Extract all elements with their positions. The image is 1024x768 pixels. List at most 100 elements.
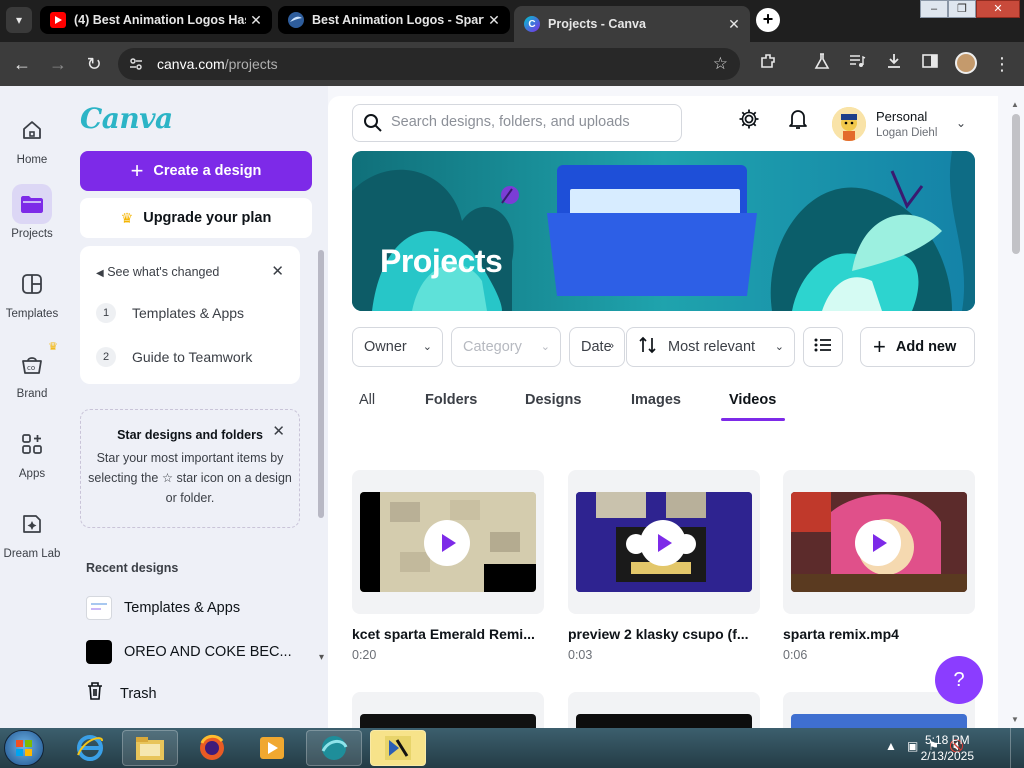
play-icon[interactable] xyxy=(855,520,901,566)
play-icon[interactable] xyxy=(640,520,686,566)
folder-icon xyxy=(12,184,52,224)
owner-filter[interactable]: Owner ⌄ xyxy=(352,327,443,367)
sort-dropdown[interactable]: Most relevant ⌄ xyxy=(626,327,795,367)
changes-item-teamwork[interactable]: 2 Guide to Teamwork xyxy=(96,347,252,367)
play-icon[interactable] xyxy=(424,520,470,566)
scroll-down-icon[interactable]: ▼ xyxy=(1011,715,1019,724)
browser-tab-sparta[interactable]: Best Animation Logos - Sparta ✕ xyxy=(278,6,510,34)
account-user: Logan Diehl xyxy=(876,127,938,139)
search-box[interactable] xyxy=(352,104,682,142)
close-icon[interactable]: ✕ xyxy=(271,262,284,280)
date-filter[interactable]: Date › xyxy=(569,327,625,367)
changes-item-templates-apps[interactable]: 1 Templates & Apps xyxy=(96,303,244,323)
rail-item-projects[interactable]: Projects xyxy=(0,184,64,240)
recent-design-item[interactable]: OREO AND COKE BEC... xyxy=(86,640,292,664)
recent-design-item[interactable]: Templates & Apps xyxy=(86,596,240,620)
internet-explorer-icon[interactable] xyxy=(62,730,118,766)
close-icon[interactable]: ✕ xyxy=(484,12,504,29)
media-player-icon[interactable] xyxy=(244,730,300,766)
search-input[interactable] xyxy=(391,114,671,130)
recent-designs-heading: Recent designs xyxy=(86,561,179,575)
changes-item-label: Guide to Teamwork xyxy=(132,349,253,365)
window-close-button[interactable]: ✕ xyxy=(976,0,1020,18)
add-new-label: Add new xyxy=(895,339,957,355)
crown-icon: ♛ xyxy=(120,209,134,226)
trash-icon xyxy=(86,681,106,706)
help-button[interactable]: ? xyxy=(935,656,983,704)
browser-tab-canva[interactable]: C Projects - Canva ✕ xyxy=(514,6,750,42)
media-controls-icon[interactable] xyxy=(845,52,869,76)
rail-item-templates[interactable]: Templates xyxy=(0,264,64,320)
projects-main: Personal Logan Diehl ⌄ xyxy=(328,96,998,752)
start-button[interactable] xyxy=(4,730,44,766)
show-hidden-icons-icon[interactable]: ▲ xyxy=(885,739,897,753)
tab-designs[interactable]: Designs xyxy=(525,392,581,408)
chevron-right-icon: › xyxy=(610,340,614,352)
browser-tab-youtube[interactable]: (4) Best Animation Logos Has ✕ xyxy=(40,6,272,34)
minimize-button[interactable]: – xyxy=(920,0,948,18)
firefox-icon[interactable] xyxy=(184,730,240,766)
show-desktop-button[interactable] xyxy=(1010,728,1024,768)
panel-scrollbar[interactable] xyxy=(318,250,324,518)
scrollbar-thumb[interactable] xyxy=(1012,114,1020,254)
reload-icon[interactable]: ↻ xyxy=(82,52,106,76)
bell-icon[interactable] xyxy=(784,108,812,136)
video-thumbnail-frame xyxy=(568,470,760,614)
upgrade-plan-button[interactable]: ♛ Upgrade your plan xyxy=(80,198,312,238)
tab-title: (4) Best Animation Logos Has xyxy=(74,13,246,27)
gear-icon[interactable] xyxy=(735,108,763,136)
star-tip-card: Star designs and folders ✕ Star your mos… xyxy=(80,409,300,528)
close-icon[interactable]: ✕ xyxy=(246,12,266,29)
video-card[interactable]: preview 2 klasky csupo (f... 0:03 xyxy=(568,470,760,662)
tab-folders[interactable]: Folders xyxy=(425,392,477,408)
profile-avatar[interactable] xyxy=(955,52,977,74)
list-view-toggle[interactable] xyxy=(803,327,843,367)
video-thumbnail-frame xyxy=(783,470,975,614)
extensions-icon[interactable] xyxy=(756,52,780,76)
create-design-button[interactable]: + Create a design xyxy=(80,151,312,191)
tab-search-button[interactable]: ▾ xyxy=(6,7,32,33)
youtube-icon xyxy=(50,12,66,28)
page-scrollbar[interactable]: ▲ ▼ xyxy=(1008,96,1024,728)
tab-images[interactable]: Images xyxy=(631,392,681,408)
video-editor-icon[interactable] xyxy=(370,730,426,766)
restore-button[interactable]: ❐ xyxy=(948,0,976,18)
download-icon[interactable] xyxy=(882,52,906,76)
address-bar[interactable]: canva.com/projects ☆ xyxy=(118,48,740,80)
tab-videos[interactable]: Videos xyxy=(729,392,776,408)
trash-item[interactable]: Trash xyxy=(86,681,157,706)
category-filter[interactable]: Category ⌄ xyxy=(451,327,561,367)
taskbar-clock[interactable]: 5:18 PM 2/13/2025 xyxy=(921,732,974,764)
new-tab-button[interactable]: + xyxy=(756,8,780,32)
browser-menu-icon[interactable]: ⋮ xyxy=(990,52,1014,76)
step-number: 2 xyxy=(96,347,116,367)
recent-design-label: OREO AND COKE BEC... xyxy=(124,644,292,660)
rail-label: Projects xyxy=(11,228,53,240)
tab-all[interactable]: All xyxy=(359,392,375,408)
file-explorer-icon[interactable] xyxy=(122,730,178,766)
labs-flask-icon[interactable] xyxy=(810,52,834,76)
bookmark-star-icon[interactable]: ☆ xyxy=(713,54,728,74)
rail-item-home[interactable]: Home xyxy=(0,110,64,166)
rail-item-dream-lab[interactable]: Dream Lab xyxy=(0,504,64,560)
browser-taskbar-icon[interactable] xyxy=(306,730,362,766)
add-new-button[interactable]: + Add new xyxy=(860,327,975,367)
scroll-up-icon[interactable]: ▲ xyxy=(1011,100,1019,109)
site-settings-icon[interactable] xyxy=(128,56,144,72)
scroll-down-icon[interactable]: ▾ xyxy=(319,652,324,663)
close-icon[interactable]: ✕ xyxy=(724,16,744,33)
close-icon[interactable]: ✕ xyxy=(272,422,285,440)
network-icon[interactable]: ▣ xyxy=(907,739,918,753)
back-arrow-icon[interactable]: ← xyxy=(10,52,34,76)
window-controls: – ❐ ✕ xyxy=(920,0,1020,18)
side-panel-icon[interactable] xyxy=(918,52,942,76)
rail-item-apps[interactable]: Apps xyxy=(0,424,64,480)
rail-item-brand[interactable]: co ♛ Brand xyxy=(0,341,64,400)
account-switcher[interactable]: Personal Logan Diehl ⌄ xyxy=(832,104,972,144)
forward-arrow-icon[interactable]: → xyxy=(46,52,70,76)
video-card[interactable]: kcet sparta Emerald Remi... 0:20 xyxy=(352,470,544,662)
video-thumbnail xyxy=(576,492,752,592)
video-card[interactable]: sparta remix.mp4 0:06 xyxy=(783,470,975,662)
canva-logo[interactable]: Canva xyxy=(80,102,173,135)
step-number: 1 xyxy=(96,303,116,323)
